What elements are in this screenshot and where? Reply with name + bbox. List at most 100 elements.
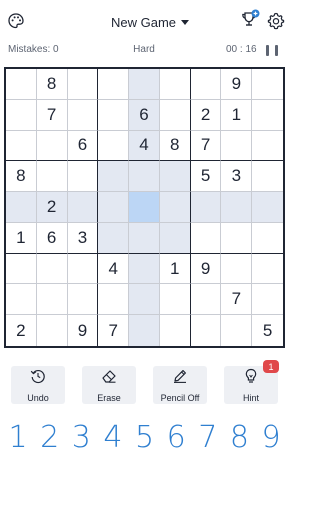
sudoku-cell[interactable]: 2 xyxy=(6,315,37,346)
sudoku-cell[interactable] xyxy=(6,99,37,131)
number-button-6[interactable]: 6 xyxy=(162,418,190,456)
sudoku-cell[interactable] xyxy=(6,69,37,100)
sudoku-cell[interactable]: 8 xyxy=(159,130,191,162)
sudoku-cell[interactable] xyxy=(252,99,283,131)
sudoku-cell[interactable]: 4 xyxy=(98,253,130,285)
sudoku-cell[interactable] xyxy=(252,69,283,100)
sudoku-cell[interactable]: 2 xyxy=(190,99,222,131)
sudoku-cell[interactable] xyxy=(98,99,130,131)
sudoku-cell[interactable] xyxy=(159,69,191,100)
sudoku-cell[interactable]: 4 xyxy=(129,130,160,162)
sudoku-cell[interactable] xyxy=(67,192,99,223)
sudoku-cell[interactable]: 5 xyxy=(252,315,283,346)
sudoku-cell[interactable] xyxy=(159,284,191,316)
sudoku-cell[interactable] xyxy=(221,315,253,346)
sudoku-cell[interactable] xyxy=(252,222,283,254)
sudoku-cell[interactable] xyxy=(36,253,68,285)
sudoku-cell[interactable] xyxy=(159,222,191,254)
sudoku-cell[interactable] xyxy=(221,222,253,254)
gear-icon[interactable] xyxy=(265,10,287,32)
sudoku-cell[interactable] xyxy=(252,161,283,193)
sudoku-cell[interactable]: 7 xyxy=(190,130,222,162)
undo-button[interactable]: Undo xyxy=(11,366,65,404)
sudoku-cell[interactable]: 7 xyxy=(98,315,130,346)
sudoku-cell[interactable] xyxy=(67,284,99,316)
sudoku-cell[interactable] xyxy=(252,130,283,162)
tool-bar: Undo Erase Pencil Off Hint xyxy=(0,366,288,406)
sudoku-cell[interactable] xyxy=(252,192,283,223)
sudoku-cell[interactable] xyxy=(67,69,99,100)
sudoku-cell[interactable] xyxy=(36,284,68,316)
sudoku-cell[interactable] xyxy=(190,222,222,254)
sudoku-cell[interactable] xyxy=(159,192,191,223)
sudoku-cell[interactable] xyxy=(252,253,283,285)
sudoku-cell[interactable] xyxy=(98,284,130,316)
sudoku-cell[interactable]: 3 xyxy=(67,222,99,254)
sudoku-cell[interactable]: 2 xyxy=(36,192,68,223)
sudoku-cell[interactable] xyxy=(129,284,160,316)
sudoku-cell[interactable]: 9 xyxy=(190,253,222,285)
sudoku-cell[interactable]: 1 xyxy=(221,99,253,131)
sudoku-cell[interactable] xyxy=(129,222,160,254)
erase-button[interactable]: Erase xyxy=(82,366,136,404)
sudoku-cell[interactable] xyxy=(159,161,191,193)
trophy-icon[interactable] xyxy=(239,9,261,31)
sudoku-cell[interactable]: 3 xyxy=(221,161,253,193)
number-button-7[interactable]: 7 xyxy=(194,418,222,456)
sudoku-cell[interactable]: 5 xyxy=(190,161,222,193)
sudoku-cell[interactable] xyxy=(129,192,160,223)
sudoku-cell[interactable] xyxy=(129,253,160,285)
sudoku-cell[interactable] xyxy=(67,161,99,193)
number-button-8[interactable]: 8 xyxy=(225,418,253,456)
sudoku-cell[interactable] xyxy=(67,253,99,285)
sudoku-cell[interactable]: 7 xyxy=(221,284,253,316)
number-button-3[interactable]: 3 xyxy=(67,418,95,456)
sudoku-cell[interactable] xyxy=(159,315,191,346)
sudoku-cell[interactable] xyxy=(36,161,68,193)
sudoku-cell[interactable] xyxy=(98,161,130,193)
sudoku-cell[interactable] xyxy=(6,284,37,316)
pause-icon[interactable] xyxy=(266,45,278,56)
sudoku-cell[interactable] xyxy=(36,130,68,162)
sudoku-cell[interactable]: 6 xyxy=(67,130,99,162)
sudoku-cell[interactable]: 7 xyxy=(36,99,68,131)
sudoku-cell[interactable] xyxy=(98,222,130,254)
sudoku-cell[interactable]: 8 xyxy=(6,161,37,193)
sudoku-cell[interactable] xyxy=(221,192,253,223)
sudoku-cell[interactable] xyxy=(6,192,37,223)
sudoku-cell[interactable] xyxy=(190,284,222,316)
sudoku-cell[interactable] xyxy=(67,99,99,131)
sudoku-cell[interactable]: 9 xyxy=(221,69,253,100)
sudoku-cell[interactable] xyxy=(190,69,222,100)
sudoku-cell[interactable] xyxy=(221,130,253,162)
sudoku-cell[interactable] xyxy=(129,69,160,100)
sudoku-cell[interactable] xyxy=(159,99,191,131)
pencil-button[interactable]: Pencil Off xyxy=(153,366,207,404)
sudoku-cell[interactable] xyxy=(6,130,37,162)
number-button-1[interactable]: 1 xyxy=(4,418,32,456)
pencil-label: Pencil Off xyxy=(160,393,200,403)
sudoku-cell[interactable] xyxy=(129,161,160,193)
sudoku-cell[interactable]: 1 xyxy=(6,222,37,254)
sudoku-cell[interactable] xyxy=(221,253,253,285)
new-game-dropdown[interactable]: New Game xyxy=(100,12,200,32)
sudoku-cell[interactable] xyxy=(129,315,160,346)
number-button-9[interactable]: 9 xyxy=(257,418,285,456)
sudoku-cell[interactable]: 6 xyxy=(36,222,68,254)
sudoku-cell[interactable] xyxy=(98,192,130,223)
sudoku-cell[interactable] xyxy=(190,315,222,346)
sudoku-cell[interactable]: 9 xyxy=(67,315,99,346)
number-button-2[interactable]: 2 xyxy=(36,418,64,456)
palette-icon[interactable] xyxy=(5,10,27,32)
sudoku-cell[interactable] xyxy=(252,284,283,316)
sudoku-cell[interactable]: 8 xyxy=(36,69,68,100)
number-button-5[interactable]: 5 xyxy=(131,418,159,456)
sudoku-cell[interactable] xyxy=(36,315,68,346)
sudoku-cell[interactable] xyxy=(190,192,222,223)
sudoku-cell[interactable] xyxy=(98,130,130,162)
sudoku-cell[interactable]: 6 xyxy=(129,99,160,131)
sudoku-cell[interactable]: 1 xyxy=(159,253,191,285)
sudoku-cell[interactable] xyxy=(6,253,37,285)
number-button-4[interactable]: 4 xyxy=(99,418,127,456)
sudoku-cell[interactable] xyxy=(98,69,130,100)
